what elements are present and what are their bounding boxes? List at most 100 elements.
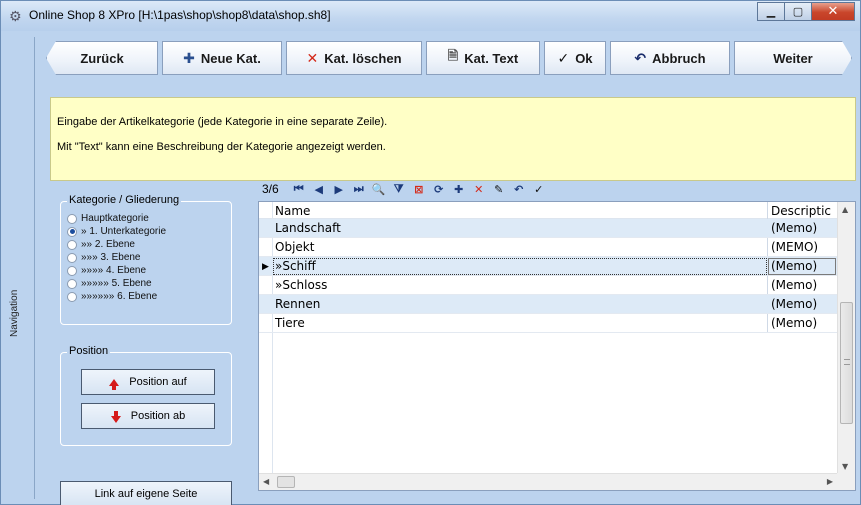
level-group: Kategorie / Gliederung Hauptkategorie » … (60, 194, 232, 325)
edit-icon[interactable]: ✎ (489, 183, 509, 196)
radio-button[interactable] (67, 213, 77, 224)
radio-button[interactable] (67, 278, 77, 289)
current-row-indicator-icon: ▶ (262, 261, 269, 271)
cell-name[interactable]: »Schiff (275, 259, 316, 273)
document-icon: 🗎 (447, 48, 459, 63)
cell-name[interactable]: Tiere (275, 316, 305, 330)
scroll-corner (837, 473, 855, 490)
back-button[interactable]: Zurück (46, 41, 158, 75)
cell-description[interactable]: (Memo) (771, 221, 817, 235)
cell-name[interactable]: Objekt (275, 240, 314, 254)
radio-button[interactable] (67, 265, 77, 276)
level-option-label: » 1. Unterkategorie (81, 226, 167, 237)
vertical-scrollbar[interactable]: ▲ ▼ (837, 202, 855, 474)
table-row[interactable]: »Schloss (Memo) (259, 276, 837, 295)
cell-name[interactable]: »Schloss (275, 278, 327, 292)
navigation-label[interactable]: Navigation (9, 290, 20, 337)
scroll-down-icon[interactable]: ▼ (842, 462, 848, 471)
radio-button[interactable] (67, 252, 77, 263)
level-group-title: Kategorie / Gliederung (67, 194, 182, 206)
column-header-description[interactable]: Descriptic (771, 204, 831, 218)
cell-description[interactable]: (Memo) (771, 278, 817, 292)
level-option-1[interactable]: » 1. Unterkategorie (67, 226, 166, 237)
level-option-3[interactable]: »»» 3. Ebene (67, 252, 141, 263)
new-category-button[interactable]: ✚ Neue Kat. (162, 41, 282, 75)
radio-button[interactable] (67, 291, 77, 302)
maximize-button[interactable]: ▢ (784, 2, 811, 21)
last-icon[interactable]: ⏭ (349, 182, 369, 196)
filter-icon[interactable]: ⧩ (389, 182, 409, 196)
ok-label: Ok (575, 50, 593, 66)
position-up-button[interactable]: Position auf (81, 369, 215, 395)
cancel-label: Abbruch (652, 50, 706, 66)
info-panel: Eingabe der Artikelkategorie (jede Kateg… (50, 97, 856, 181)
back-label: Zurück (80, 50, 124, 66)
delete-record-icon[interactable]: ✕ (469, 183, 489, 196)
radio-button-selected[interactable] (67, 226, 77, 237)
position-down-label: Position ab (130, 410, 186, 422)
level-option-label: »» 2. Ebene (81, 239, 135, 250)
title-bar[interactable]: ⚙ Online Shop 8 XPro [H:\1pas\shop\shop8… (1, 1, 860, 31)
column-header-name[interactable]: Name (275, 204, 310, 218)
find-icon[interactable]: 🔍 (369, 183, 389, 196)
level-option-label: »»»»»» 6. Ebene (81, 291, 158, 302)
scroll-up-icon[interactable]: ▲ (842, 205, 848, 214)
level-option-5[interactable]: »»»»» 5. Ebene (67, 278, 152, 289)
level-option-label: »»»» 4. Ebene (81, 265, 147, 276)
next-icon[interactable]: ▶ (329, 183, 349, 196)
navigation-panel[interactable]: Navigation (7, 37, 35, 499)
grid-navigator: 3/6 ⏮ ◀ ▶ ⏭ 🔍 ⧩ ⊠ ⟳ ✚ ✕ ✎ ↶ ✓ (258, 177, 856, 201)
position-group-title: Position (67, 345, 111, 357)
position-down-button[interactable]: Position ab (81, 403, 215, 429)
cell-description[interactable]: (Memo) (771, 297, 817, 311)
table-row-current[interactable]: ▶ »Schiff (Memo) (259, 257, 837, 276)
horizontal-scroll-thumb[interactable] (277, 476, 295, 488)
cell-description[interactable]: (Memo) (771, 259, 817, 273)
first-icon[interactable]: ⏮ (289, 182, 309, 196)
level-option-0[interactable]: Hauptkategorie (67, 213, 149, 224)
prior-icon[interactable]: ◀ (309, 183, 329, 196)
arrow-up-icon (109, 378, 120, 390)
cell-description[interactable]: (MEMO) (771, 240, 818, 254)
level-option-2[interactable]: »» 2. Ebene (67, 239, 135, 250)
delete-category-button[interactable]: ✕ Kat. löschen (286, 41, 422, 75)
level-option-6[interactable]: »»»»»» 6. Ebene (67, 291, 157, 302)
category-text-button[interactable]: 🗎 Kat. Text (426, 41, 540, 75)
table-row[interactable]: Rennen (Memo) (259, 295, 837, 314)
level-option-4[interactable]: »»»» 4. Ebene (67, 265, 146, 276)
refresh-icon[interactable]: ⟳ (429, 183, 449, 196)
radio-button[interactable] (67, 239, 77, 250)
cell-name[interactable]: Landschaft (275, 221, 341, 235)
post-icon[interactable]: ✓ (529, 183, 549, 196)
ok-button[interactable]: ✓ Ok (544, 41, 606, 75)
minimize-button[interactable]: ▁ (757, 2, 784, 21)
cancel-edit-icon[interactable]: ↶ (509, 183, 529, 196)
scroll-right-icon[interactable]: ▶ (827, 477, 833, 486)
position-up-label: Position auf (129, 376, 187, 388)
client-area: Zurück ✚ Neue Kat. ✕ Kat. löschen 🗎 Kat.… (40, 37, 858, 505)
next-button[interactable]: Weiter (734, 41, 852, 75)
clear-filter-icon[interactable]: ⊠ (409, 183, 429, 196)
cell-description[interactable]: (Memo) (771, 316, 817, 330)
vertical-scroll-thumb[interactable] (840, 302, 853, 424)
undo-icon: ↶ (634, 49, 647, 66)
options-panel: Kategorie / Gliederung Hauptkategorie » … (50, 187, 250, 505)
cell-name[interactable]: Rennen (275, 297, 320, 311)
new-category-label: Neue Kat. (200, 50, 261, 66)
focus-rect (273, 258, 767, 275)
next-label: Weiter (773, 50, 813, 66)
grip-icon (844, 359, 850, 365)
horizontal-scrollbar[interactable]: ◀ ▶ (259, 473, 839, 490)
plus-icon: ✚ (183, 49, 195, 66)
link-own-page-label: Link auf eigene Seite (94, 488, 198, 500)
close-button[interactable]: ✕ (811, 2, 855, 21)
scroll-left-icon[interactable]: ◀ (263, 477, 269, 486)
cancel-button[interactable]: ↶ Abbruch (610, 41, 730, 75)
record-counter: 3/6 (262, 182, 279, 196)
table-row[interactable]: Landschaft (Memo) (259, 219, 837, 238)
table-row[interactable]: Tiere (Memo) (259, 314, 837, 333)
category-grid[interactable]: Name Descriptic Landschaft (Memo) Objekt… (258, 201, 856, 491)
link-own-page-button[interactable]: Link auf eigene Seite (60, 481, 232, 505)
table-row[interactable]: Objekt (MEMO) (259, 238, 837, 257)
insert-icon[interactable]: ✚ (449, 183, 469, 196)
